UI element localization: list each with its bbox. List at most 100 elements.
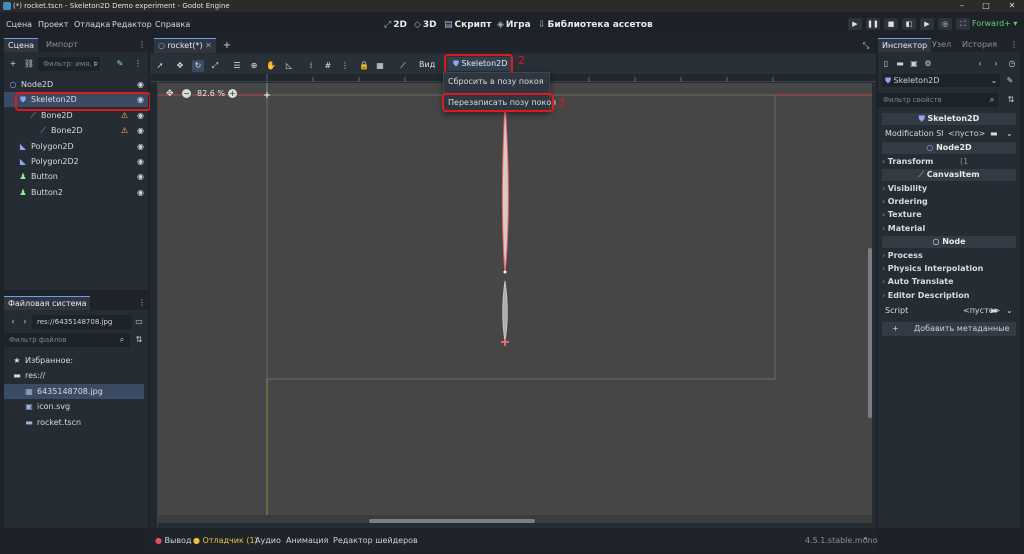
- tab-asset-library[interactable]: ⇩ Библиотека ассетов: [538, 18, 653, 32]
- chevron-down-icon[interactable]: ⌄: [988, 75, 1000, 87]
- scene-tree-node[interactable]: ◣ Polygon2D ◉: [4, 139, 148, 154]
- section-material[interactable]: › Material: [882, 222, 1016, 235]
- tab-animation[interactable]: Анимация: [286, 536, 328, 545]
- tab-node[interactable]: Узел: [928, 38, 955, 52]
- menu-help[interactable]: Справка: [155, 20, 190, 29]
- folder-icon[interactable]: ▬: [990, 304, 998, 317]
- visibility-eye-icon[interactable]: ◉: [137, 77, 144, 92]
- remote-debug-button[interactable]: ◧: [902, 18, 916, 30]
- folder-icon[interactable]: ▬: [990, 127, 998, 140]
- file-tree-item[interactable]: ★ Избранное:: [4, 353, 144, 368]
- snap-options-icon[interactable]: ⋮: [339, 60, 351, 72]
- scale-tool-icon[interactable]: ⤢: [209, 60, 221, 72]
- close-button[interactable]: ✕: [1002, 0, 1022, 12]
- scene-tree-node[interactable]: ♟ Button ◉: [4, 169, 148, 184]
- history-back-icon[interactable]: ‹: [974, 58, 986, 70]
- inspector-options-icon[interactable]: ⚙: [922, 58, 934, 70]
- dock-menu-icon[interactable]: ⋮: [1008, 39, 1020, 51]
- file-tree-item[interactable]: ▬ res://: [4, 368, 144, 383]
- v-scrollbar[interactable]: [868, 248, 872, 418]
- run-custom-scene-button[interactable]: ◎: [938, 18, 952, 30]
- list-select-icon[interactable]: ☰: [231, 60, 243, 72]
- zoom-in-button[interactable]: +: [228, 89, 237, 98]
- menu-project[interactable]: Проект: [38, 20, 68, 29]
- menu-editor[interactable]: Редактор: [112, 20, 152, 29]
- movie-maker-button[interactable]: ⛶: [956, 18, 970, 30]
- group-icon[interactable]: ▦: [374, 60, 386, 72]
- ruler-tool-icon[interactable]: ◺: [283, 60, 295, 72]
- scene-tree-node[interactable]: ○ Node2D ◉: [4, 77, 148, 92]
- tab-scene[interactable]: Сцена: [4, 38, 39, 52]
- menu-item-reset-rest-pose[interactable]: Сбросить в позу покоя: [448, 77, 544, 86]
- h-scrollbar[interactable]: [369, 519, 535, 523]
- visibility-eye-icon[interactable]: ◉: [137, 139, 144, 154]
- back-icon[interactable]: ‹: [7, 316, 19, 328]
- tab-history[interactable]: История: [958, 38, 1001, 52]
- tab-inspector[interactable]: Инспектор: [878, 38, 932, 52]
- section-editor-description[interactable]: › Editor Description: [882, 289, 1016, 302]
- tab-rocket-scene[interactable]: ○ rocket(*) ✕: [154, 38, 216, 53]
- save-resource-icon[interactable]: ▣: [908, 58, 920, 70]
- zoom-out-button[interactable]: −: [182, 89, 191, 98]
- scene-tree-node[interactable]: ♟ Button2 ◉: [4, 185, 148, 200]
- visibility-eye-icon[interactable]: ◉: [137, 123, 144, 138]
- minimize-button[interactable]: –: [952, 0, 972, 12]
- split-mode-icon[interactable]: ▭: [133, 316, 145, 328]
- add-node-icon[interactable]: +: [7, 58, 19, 70]
- view-menu[interactable]: Вид: [419, 60, 435, 69]
- scene-tree-node[interactable]: ⟋ Bone2D ⚠ ◉: [4, 123, 148, 138]
- node-selector[interactable]: ⛊ Skeleton2D: [882, 74, 1000, 87]
- section-transform[interactable]: › Transform (1 изменение): [882, 155, 1016, 179]
- link-icon[interactable]: ⛓: [23, 58, 35, 70]
- new-resource-icon[interactable]: ▯: [880, 58, 892, 70]
- tab-output[interactable]: ● Вывод: [155, 536, 191, 545]
- file-tree-item[interactable]: ▦ 6435148708.jpg: [4, 383, 144, 399]
- menu-scene[interactable]: Сцена: [6, 20, 32, 29]
- more-icon[interactable]: ⋮: [132, 58, 144, 70]
- section-ordering[interactable]: › Ordering: [882, 195, 1016, 208]
- object-tools-icon[interactable]: ✎: [1004, 75, 1016, 87]
- stop-button[interactable]: ■: [884, 18, 898, 30]
- tab-audio[interactable]: Аудио: [255, 536, 281, 545]
- file-tree-item[interactable]: ▣ icon.svg: [4, 399, 144, 414]
- maximize-button[interactable]: □: [976, 0, 996, 12]
- select-tool-icon[interactable]: ➚: [154, 60, 166, 72]
- pivot-tool-icon[interactable]: ⊕: [248, 60, 260, 72]
- bone-icon[interactable]: ⟋: [397, 60, 409, 72]
- move-tool-icon[interactable]: ✥: [174, 60, 186, 72]
- section-visibility[interactable]: › Visibility: [882, 182, 1016, 195]
- tab-shader-editor[interactable]: Редактор шейдеров: [333, 536, 418, 545]
- forward-icon[interactable]: ›: [19, 316, 31, 328]
- property-filter-input[interactable]: Фильтр свойств: [878, 93, 998, 107]
- section-physics-interpolation[interactable]: › Physics Interpolation: [882, 262, 1016, 275]
- tab-debugger[interactable]: ● Отладчик (1): [193, 536, 258, 545]
- renderer-select[interactable]: Forward+ ▾: [972, 18, 1017, 30]
- rotate-tool-icon[interactable]: ↻: [192, 60, 204, 72]
- chevron-down-icon[interactable]: ⌄: [1006, 304, 1013, 317]
- dock-menu-icon[interactable]: ⋮: [136, 39, 148, 51]
- tab-2d[interactable]: ⤢ 2D: [384, 18, 407, 32]
- section-auto-translate[interactable]: › Auto Translate: [882, 275, 1016, 288]
- sort-icon[interactable]: ⇅: [133, 334, 145, 346]
- tab-filesystem[interactable]: Файловая система: [4, 296, 91, 310]
- load-resource-icon[interactable]: ▬: [894, 58, 906, 70]
- section-process[interactable]: › Process: [882, 249, 1016, 262]
- smart-snap-icon[interactable]: ⁞: [305, 60, 317, 72]
- history-forward-icon[interactable]: ›: [990, 58, 1002, 70]
- path-field[interactable]: res://6435148708.jpg: [32, 315, 132, 329]
- script-attach-icon[interactable]: ✎: [114, 58, 126, 70]
- lock-icon[interactable]: 🔒: [358, 60, 370, 72]
- tab-3d[interactable]: ◇ 3D: [414, 18, 437, 32]
- visibility-eye-icon[interactable]: ◉: [137, 185, 144, 200]
- section-texture[interactable]: › Texture: [882, 208, 1016, 221]
- warning-icon[interactable]: ⚠: [121, 123, 128, 138]
- chevron-down-icon[interactable]: ⌄: [1006, 127, 1013, 140]
- scene-tree-node[interactable]: ◣ Polygon2D2 ◉: [4, 154, 148, 169]
- close-tab-icon[interactable]: ✕: [205, 41, 212, 50]
- tab-game[interactable]: ◈ Игра: [497, 18, 531, 32]
- modification-stack-value[interactable]: <пусто>: [948, 127, 985, 140]
- add-metadata-button[interactable]: + Добавить метаданные: [882, 322, 1016, 336]
- visibility-eye-icon[interactable]: ◉: [137, 154, 144, 169]
- pause-button[interactable]: ❚❚: [866, 18, 880, 30]
- run-current-scene-button[interactable]: ▶: [920, 18, 934, 30]
